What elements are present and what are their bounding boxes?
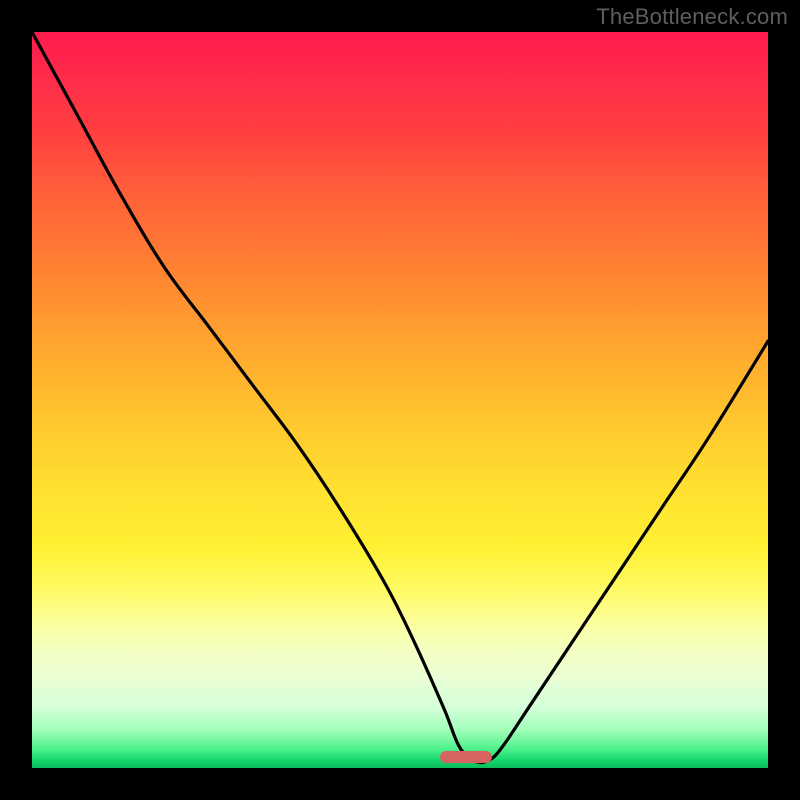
watermark-text: TheBottleneck.com (596, 4, 788, 30)
optimal-range-marker (440, 751, 492, 763)
chart-frame: TheBottleneck.com (0, 0, 800, 800)
curve-path (32, 32, 768, 763)
bottleneck-curve (32, 32, 768, 768)
